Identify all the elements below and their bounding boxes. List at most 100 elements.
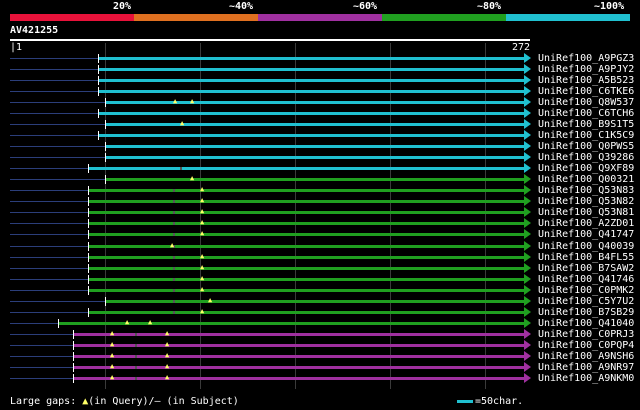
alignment-bar bbox=[89, 211, 524, 215]
hit-row[interactable]: UniRef100_C6TCH6 bbox=[0, 108, 640, 119]
hit-row[interactable]: ▲ UniRef100_Q40039 bbox=[0, 240, 640, 252]
unaligned-region bbox=[10, 289, 88, 291]
unaligned-region bbox=[10, 377, 73, 379]
query-gap-icon: ▲ bbox=[110, 328, 115, 337]
hit-label-link[interactable]: UniRef100_C6TCH6 bbox=[538, 108, 634, 119]
alignment-bar bbox=[89, 255, 524, 259]
hit-row[interactable]: ▲ UniRef100_B9S1T5 bbox=[0, 119, 640, 130]
hit-label-link[interactable]: UniRef100_A9PGZ3 bbox=[538, 53, 634, 64]
hit-label-link[interactable]: UniRef100_B7SB29 bbox=[538, 307, 634, 318]
alignment-bar bbox=[89, 233, 524, 237]
hit-label-link[interactable]: UniRef100_Q41746 bbox=[538, 274, 634, 285]
query-gap-icon: ▲ bbox=[200, 284, 205, 293]
arrow-right-icon bbox=[524, 163, 531, 174]
hit-row[interactable]: UniRef100_A9PJY2 bbox=[0, 64, 640, 75]
unaligned-region bbox=[10, 58, 98, 59]
hit-label-link[interactable]: UniRef100_A9NSH6 bbox=[538, 351, 634, 362]
hit-row[interactable]: UniRef100_Q0PWS5 bbox=[0, 141, 640, 152]
hit-row[interactable]: ▲ UniRef100_A2ZD01 bbox=[0, 218, 640, 229]
hit-row[interactable]: ▲ UniRef100_Q53N81 bbox=[0, 207, 640, 218]
hit-list: UniRef100_A9PGZ3 UniRef100_A9PJY2 UniRef10… bbox=[0, 0, 640, 410]
hit-label-link[interactable]: UniRef100_C0PRJ3 bbox=[538, 329, 634, 340]
alignment-bar bbox=[106, 123, 524, 127]
unaligned-region bbox=[10, 322, 58, 324]
unaligned-region bbox=[10, 69, 98, 71]
unaligned-region bbox=[10, 135, 98, 137]
hit-row[interactable]: ▲ UniRef100_Q41746 bbox=[0, 273, 640, 285]
hit-label-link[interactable]: UniRef100_C6TKE6 bbox=[538, 86, 634, 97]
subject-gap-marker bbox=[173, 299, 175, 303]
arrow-right-icon bbox=[524, 185, 531, 196]
hit-row[interactable]: UniRef100_Q9XF89 bbox=[0, 163, 640, 174]
gap-legend: Large gaps: ▲(in Query)/– (in Subject) bbox=[10, 396, 239, 407]
hit-label-link[interactable]: UniRef100_Q8W537 bbox=[538, 97, 634, 108]
hit-row[interactable]: ▲ ▲ UniRef100_C0PRJ3 bbox=[0, 328, 640, 340]
unaligned-region bbox=[10, 146, 105, 148]
arrow-right-icon bbox=[524, 295, 531, 306]
subject-gap-marker bbox=[173, 222, 175, 226]
hit-label-link[interactable]: UniRef100_Q53N81 bbox=[538, 207, 634, 218]
alignment-bar bbox=[89, 222, 524, 226]
hit-label-link[interactable]: UniRef100_Q9XF89 bbox=[538, 163, 634, 174]
query-gap-icon: ▲ bbox=[165, 361, 170, 370]
hit-row[interactable]: ▲ ▲ UniRef100_Q8W537 bbox=[0, 97, 640, 108]
hit-label-link[interactable]: UniRef100_Q53N82 bbox=[538, 196, 634, 207]
alignment-bar bbox=[89, 189, 524, 193]
hit-label-link[interactable]: UniRef100_C0PMK2 bbox=[538, 285, 634, 296]
hit-row[interactable]: ▲ ▲ UniRef100_A9NKM0 bbox=[0, 372, 640, 384]
hit-label-link[interactable]: UniRef100_A2ZD01 bbox=[538, 218, 634, 229]
hit-row[interactable]: ▲ UniRef100_Q53N82 bbox=[0, 196, 640, 207]
hit-row[interactable]: UniRef100_Q39286 bbox=[0, 152, 640, 163]
hit-row[interactable]: ▲ UniRef100_B4FL55 bbox=[0, 251, 640, 263]
hit-label-link[interactable]: UniRef100_C5Y7U2 bbox=[538, 296, 634, 307]
hit-row[interactable]: ▲ UniRef100_Q53N83 bbox=[0, 185, 640, 196]
alignment-bar bbox=[89, 244, 524, 248]
query-gap-icon: ▲ bbox=[180, 119, 185, 128]
hit-row[interactable]: ▲ ▲ UniRef100_C0PQP4 bbox=[0, 339, 640, 351]
query-gap-icon: ▲ bbox=[165, 350, 170, 359]
arrow-right-icon bbox=[524, 130, 531, 141]
hit-label-link[interactable]: UniRef100_A9NR97 bbox=[538, 362, 634, 373]
hit-label-link[interactable]: UniRef100_Q41747 bbox=[538, 229, 634, 240]
arrow-right-icon bbox=[524, 97, 531, 108]
alignment-bar bbox=[74, 354, 524, 358]
alignment-bar bbox=[74, 332, 524, 336]
hit-row[interactable]: ▲ UniRef100_Q41747 bbox=[0, 229, 640, 240]
hit-label-link[interactable]: UniRef100_C1K5C9 bbox=[538, 130, 634, 141]
hit-row[interactable]: ▲ UniRef100_B7SAW2 bbox=[0, 262, 640, 274]
hit-row[interactable]: ▲ UniRef100_Q00321 bbox=[0, 174, 640, 185]
hit-label-link[interactable]: UniRef100_B9S1T5 bbox=[538, 119, 634, 130]
alignment-bar bbox=[89, 167, 524, 171]
hit-row[interactable]: UniRef100_A5B523 bbox=[0, 75, 640, 86]
arrow-right-icon bbox=[524, 262, 531, 273]
hit-label-link[interactable]: UniRef100_A9PJY2 bbox=[538, 64, 634, 75]
hit-label-link[interactable]: UniRef100_Q39286 bbox=[538, 152, 634, 163]
hit-label-link[interactable]: UniRef100_Q0PWS5 bbox=[538, 141, 634, 152]
hit-row[interactable]: ▲ UniRef100_B7SB29 bbox=[0, 306, 640, 318]
hit-row[interactable]: ▲ ▲ UniRef100_Q41040 bbox=[0, 317, 640, 329]
unaligned-region bbox=[10, 201, 88, 203]
hit-row[interactable]: ▲ ▲ UniRef100_A9NR97 bbox=[0, 361, 640, 373]
hit-row[interactable]: ▲ UniRef100_C0PMK2 bbox=[0, 284, 640, 296]
hit-row[interactable]: UniRef100_A9PGZ3 bbox=[0, 53, 640, 64]
alignment-bar bbox=[99, 57, 524, 60]
hit-row[interactable]: ▲ UniRef100_C5Y7U2 bbox=[0, 295, 640, 307]
subject-gap-marker bbox=[135, 343, 137, 347]
hit-label-link[interactable]: UniRef100_B7SAW2 bbox=[538, 263, 634, 274]
hit-row[interactable]: UniRef100_C1K5C9 bbox=[0, 130, 640, 141]
hit-label-link[interactable]: UniRef100_B4FL55 bbox=[538, 252, 634, 263]
alignment-bar bbox=[74, 343, 524, 347]
hit-label-link[interactable]: UniRef100_Q40039 bbox=[538, 241, 634, 252]
hit-label-link[interactable]: UniRef100_Q00321 bbox=[538, 174, 634, 185]
hit-label-link[interactable]: UniRef100_A5B523 bbox=[538, 75, 634, 86]
hit-label-link[interactable]: UniRef100_Q41040 bbox=[538, 318, 634, 329]
hit-label-link[interactable]: UniRef100_Q53N83 bbox=[538, 185, 634, 196]
hit-label-link[interactable]: UniRef100_A9NKM0 bbox=[538, 373, 634, 384]
hit-row[interactable]: UniRef100_C6TKE6 bbox=[0, 86, 640, 97]
hit-row[interactable]: ▲ ▲ UniRef100_A9NSH6 bbox=[0, 350, 640, 362]
query-gap-icon: ▲ bbox=[165, 339, 170, 348]
hit-label-link[interactable]: UniRef100_C0PQP4 bbox=[538, 340, 634, 351]
query-gap-icon: ▲ bbox=[190, 97, 195, 106]
arrow-right-icon bbox=[524, 240, 531, 251]
query-gap-icon: ▲ bbox=[125, 317, 130, 326]
